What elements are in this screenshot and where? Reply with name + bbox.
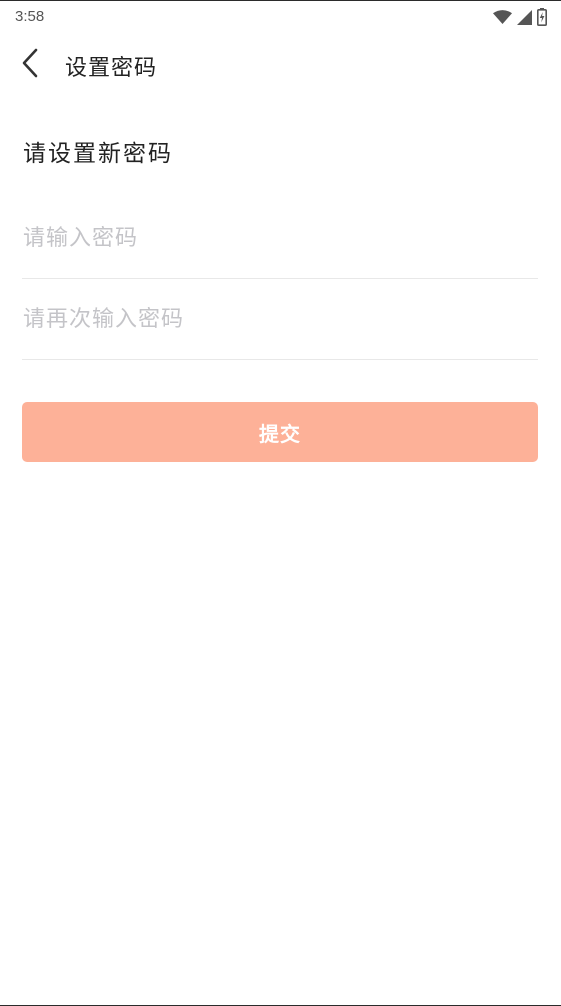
wifi-icon	[493, 10, 512, 24]
password-field-row	[22, 198, 538, 279]
password-input[interactable]	[22, 220, 538, 256]
status-bar: 3:58	[0, 1, 561, 33]
status-time: 3:58	[15, 8, 45, 25]
page-title: 设置密码	[65, 56, 158, 81]
chevron-left-icon	[21, 48, 39, 82]
status-icons	[493, 8, 547, 26]
confirm-password-input[interactable]	[22, 301, 538, 337]
screen: 3:58 设置密码 请设置新密码 提交	[0, 0, 561, 1006]
cellular-signal-icon	[517, 9, 532, 25]
submit-button[interactable]: 提交	[22, 402, 538, 462]
app-header: 设置密码	[0, 33, 561, 97]
section-title: 请设置新密码	[23, 141, 173, 167]
battery-charging-icon	[537, 8, 547, 26]
confirm-password-field-row	[22, 279, 538, 360]
back-button[interactable]	[12, 47, 48, 83]
